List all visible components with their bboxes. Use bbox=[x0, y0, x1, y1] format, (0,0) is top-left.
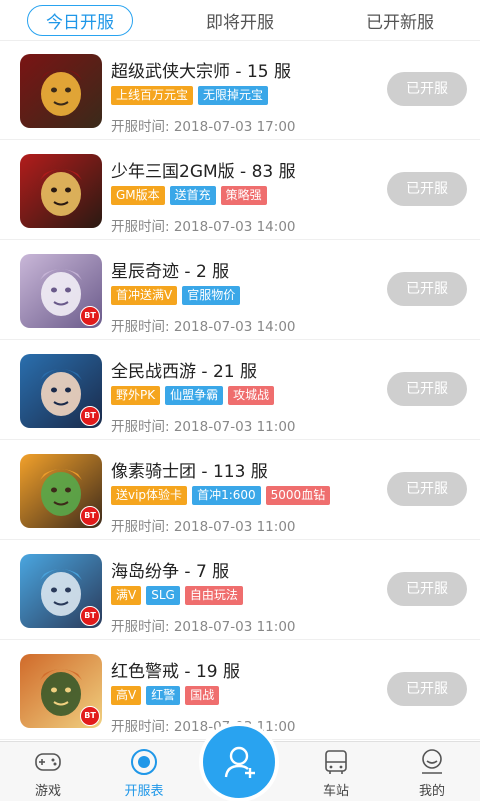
bt-badge: BT bbox=[80, 306, 100, 326]
bt-badge: BT bbox=[80, 506, 100, 526]
server-status-button[interactable]: 已开服 bbox=[387, 72, 467, 106]
game-tags: 野外PK 仙盟争霸 攻城战 bbox=[111, 386, 275, 405]
bt-badge: BT bbox=[80, 406, 100, 426]
gamepad-icon bbox=[35, 753, 61, 771]
game-tag: 满V bbox=[111, 586, 142, 605]
game-tag: 策略强 bbox=[220, 186, 267, 205]
tab-today[interactable]: 今日开服 bbox=[0, 4, 160, 36]
nav-station-label: 车站 bbox=[322, 784, 349, 799]
game-thumbnail[interactable]: BT bbox=[20, 654, 102, 728]
server-status-button[interactable]: 已开服 bbox=[387, 172, 467, 206]
bt-badge: BT bbox=[80, 706, 100, 726]
nav-games-label: 游戏 bbox=[34, 784, 61, 799]
tab-upcoming-label: 即将开服 bbox=[206, 12, 274, 33]
game-tag: 仙盟争霸 bbox=[165, 386, 224, 405]
open-time: 开服时间: 2018-07-03 14:00 bbox=[111, 219, 296, 235]
add-friend-button[interactable] bbox=[199, 722, 279, 802]
server-list-icon bbox=[131, 749, 157, 775]
game-thumbnail[interactable]: BT bbox=[20, 354, 102, 428]
server-status-button[interactable]: 已开服 bbox=[387, 372, 467, 406]
game-title[interactable]: 星辰奇迹 - 2 服 bbox=[111, 257, 229, 282]
open-time: 开服时间: 2018-07-03 11:00 bbox=[111, 619, 296, 635]
open-time: 开服时间: 2018-07-03 14:00 bbox=[111, 319, 296, 335]
open-time: 开服时间: 2018-07-03 17:00 bbox=[111, 119, 296, 135]
game-tag: GM版本 bbox=[111, 186, 165, 205]
nav-server-list-label: 开服表 bbox=[124, 784, 164, 799]
tab-today-label: 今日开服 bbox=[27, 4, 133, 36]
game-row[interactable]: BT 像素骑士团 - 113 服 送vip体验卡 首冲1:600 5000血钻 开服… bbox=[0, 440, 480, 540]
game-tag: 首冲1:600 bbox=[192, 486, 261, 505]
game-tags: GM版本 送首充 策略强 bbox=[111, 186, 267, 205]
server-status-button[interactable]: 已开服 bbox=[387, 572, 467, 606]
game-title[interactable]: 像素骑士团 - 113 服 bbox=[111, 457, 268, 482]
game-title[interactable]: 超级武侠大宗师 - 15 服 bbox=[111, 57, 291, 82]
server-status-button[interactable]: 已开服 bbox=[387, 272, 467, 306]
nav-profile[interactable]: 我的 bbox=[384, 742, 480, 801]
nav-station[interactable]: 车站 bbox=[288, 742, 384, 801]
game-tags: 满V SLG 自由玩法 bbox=[111, 586, 243, 605]
game-tag: 无限掉元宝 bbox=[198, 86, 269, 105]
nav-profile-label: 我的 bbox=[418, 784, 445, 799]
game-cover-image bbox=[20, 154, 102, 228]
open-time: 开服时间: 2018-07-03 11:00 bbox=[111, 419, 296, 435]
game-tag: 送vip体验卡 bbox=[111, 486, 188, 505]
game-tag: 官服物价 bbox=[182, 286, 241, 305]
profile-icon bbox=[422, 749, 442, 774]
game-row[interactable]: BT 星辰奇迹 - 2 服 首冲送满V 官服物价 开服时间: 2018-07-03… bbox=[0, 240, 480, 340]
server-status-button[interactable]: 已开服 bbox=[387, 472, 467, 506]
game-tag: SLG bbox=[146, 586, 180, 605]
game-tag: 红警 bbox=[146, 686, 181, 705]
server-status-button[interactable]: 已开服 bbox=[387, 672, 467, 706]
nav-server-list[interactable]: 开服表 bbox=[96, 742, 192, 801]
game-thumbnail[interactable]: BT bbox=[20, 254, 102, 328]
game-tag: 野外PK bbox=[111, 386, 161, 405]
game-title[interactable]: 少年三国2GM版 - 83 服 bbox=[111, 157, 296, 182]
game-row[interactable]: BT 全民战西游 - 21 服 野外PK 仙盟争霸 攻城战 开服时间: 2018-0… bbox=[0, 340, 480, 440]
bus-icon bbox=[325, 750, 347, 774]
add-user-icon bbox=[224, 746, 255, 778]
game-thumbnail[interactable] bbox=[20, 54, 102, 128]
game-row[interactable]: BT 海岛纷争 - 7 服 满V SLG 自由玩法 开服时间: 2018-07-03… bbox=[0, 540, 480, 640]
game-thumbnail[interactable]: BT bbox=[20, 554, 102, 628]
game-title[interactable]: 全民战西游 - 21 服 bbox=[111, 357, 257, 382]
game-title[interactable]: 红色警戒 - 19 服 bbox=[111, 657, 240, 682]
game-tag: 高V bbox=[111, 686, 142, 705]
bt-badge: BT bbox=[80, 606, 100, 626]
game-tag: 送首充 bbox=[169, 186, 216, 205]
game-row[interactable]: 少年三国2GM版 - 83 服 GM版本 送首充 策略强 开服时间: 2018-07… bbox=[0, 140, 480, 240]
game-tags: 首冲送满V 官服物价 bbox=[111, 286, 241, 305]
game-row[interactable]: 超级武侠大宗师 - 15 服 上线百万元宝 无限掉元宝 开服时间: 2018-07… bbox=[0, 40, 480, 140]
tab-upcoming[interactable]: 即将开服 bbox=[160, 8, 320, 33]
game-tag: 上线百万元宝 bbox=[111, 86, 194, 105]
game-tag: 国战 bbox=[185, 686, 220, 705]
game-thumbnail[interactable]: BT bbox=[20, 454, 102, 528]
game-tag: 自由玩法 bbox=[184, 586, 243, 605]
game-thumbnail[interactable] bbox=[20, 154, 102, 228]
open-time: 开服时间: 2018-07-03 11:00 bbox=[111, 519, 296, 535]
tab-opened[interactable]: 已开新服 bbox=[320, 8, 480, 33]
game-cover-image bbox=[20, 54, 102, 128]
game-tag: 攻城战 bbox=[228, 386, 275, 405]
open-time: 开服时间: 2018-07-03 11:00 bbox=[111, 719, 296, 735]
game-title[interactable]: 海岛纷争 - 7 服 bbox=[111, 557, 229, 582]
nav-games[interactable]: 游戏 bbox=[0, 742, 96, 801]
game-tags: 送vip体验卡 首冲1:600 5000血钻 bbox=[111, 486, 331, 505]
game-tags: 高V 红警 国战 bbox=[111, 686, 220, 705]
tab-opened-label: 已开新服 bbox=[366, 12, 434, 33]
server-tabs: 今日开服 即将开服 已开新服 bbox=[0, 0, 480, 41]
game-tag: 首冲送满V bbox=[111, 286, 178, 305]
game-tags: 上线百万元宝 无限掉元宝 bbox=[111, 86, 269, 105]
game-tag: 5000血钻 bbox=[265, 486, 331, 505]
server-list: 超级武侠大宗师 - 15 服 上线百万元宝 无限掉元宝 开服时间: 2018-07… bbox=[0, 40, 480, 740]
